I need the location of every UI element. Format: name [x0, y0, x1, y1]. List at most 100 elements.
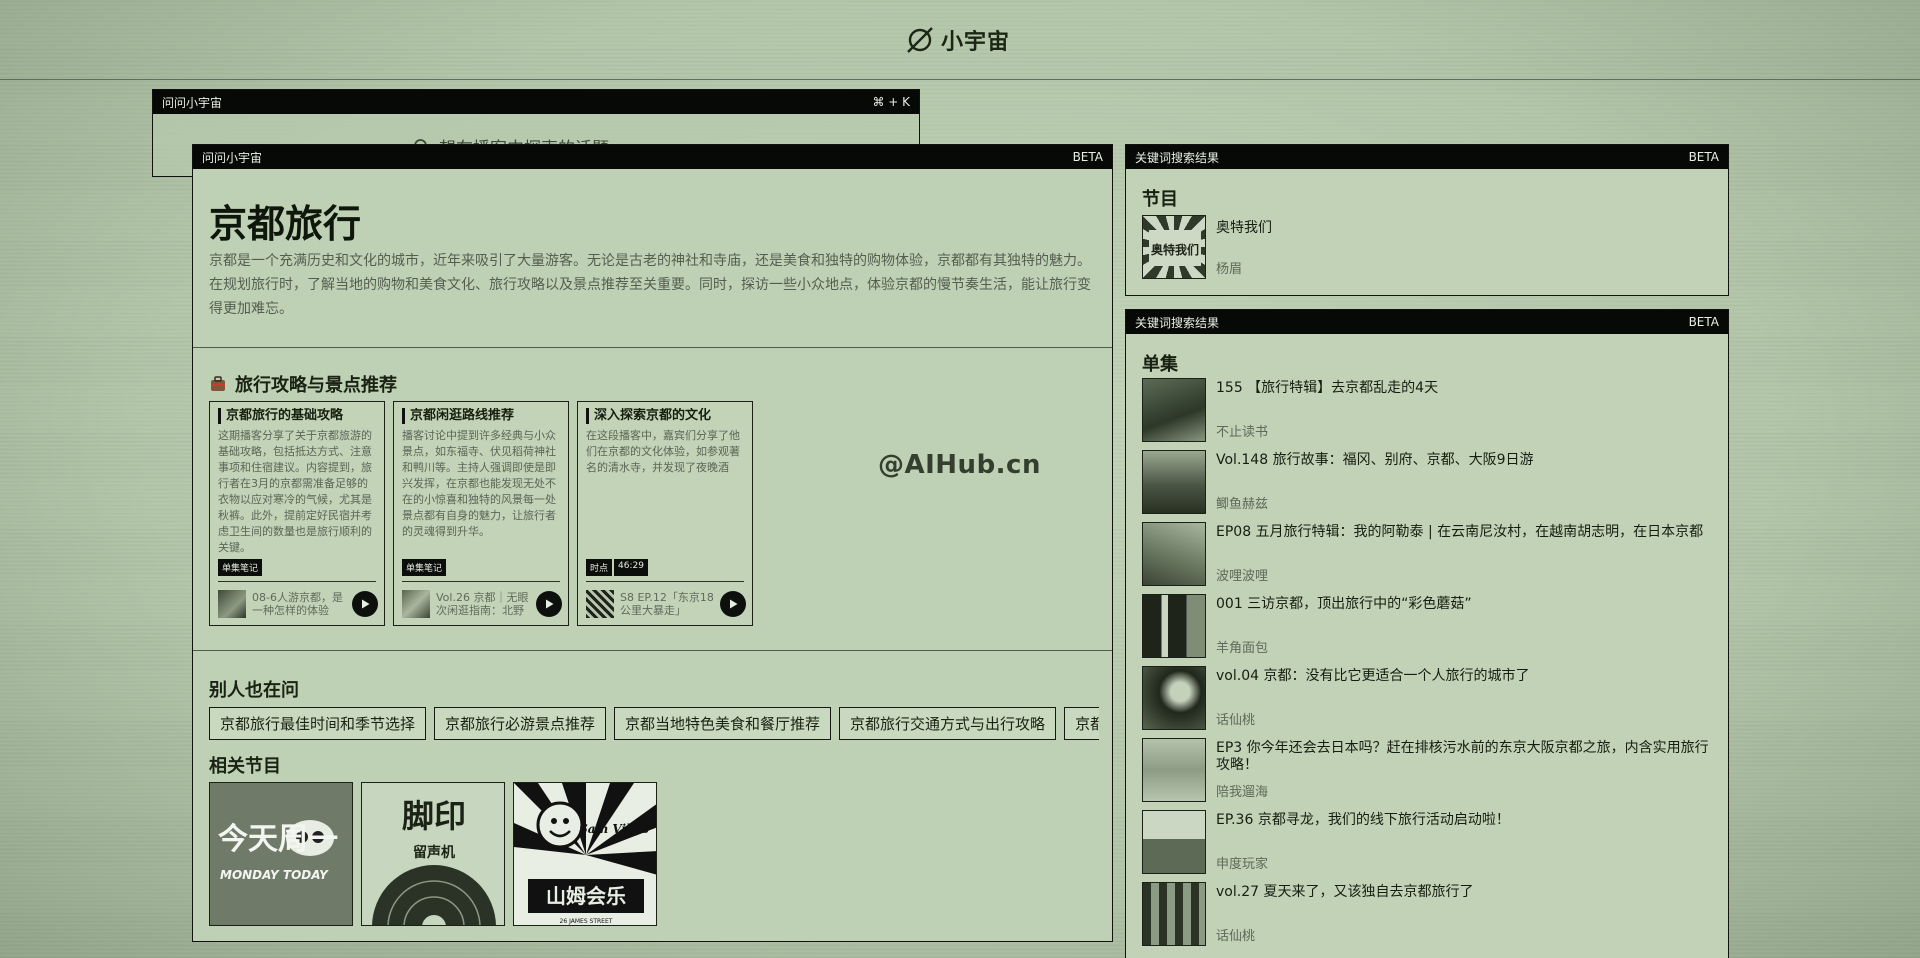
episode-title: S8 EP.12「东京18公里大暴走」	[620, 591, 714, 617]
top-bar: 小宇宙	[0, 0, 1920, 80]
episode-show: 话仙桃	[1216, 713, 1256, 728]
card-episode[interactable]: 08-6人游京都，是一种怎样的体验	[218, 589, 378, 619]
related-show-cover[interactable]: 山姆会乐 Sam Vibes 26 JAMES STREET	[513, 782, 657, 926]
guide-section-label: 旅行攻略与景点推荐	[235, 375, 397, 396]
card-divider	[402, 581, 560, 582]
card-title: 京都闲逛路线推荐	[402, 408, 562, 424]
episode-show: 鲫鱼赫兹	[1216, 497, 1269, 512]
card-divider	[586, 581, 744, 582]
show-cover-art: 脚印 留声机	[372, 797, 496, 925]
play-button[interactable]	[536, 591, 562, 617]
topic-panel-header: 问问小宇宙 BETA	[193, 145, 1112, 169]
page-title: 京都旅行	[209, 202, 362, 246]
topic-panel-title: 问问小宇宙	[202, 150, 263, 165]
episode-cover	[1142, 882, 1206, 946]
episode-thumbnail	[402, 590, 430, 618]
play-button[interactable]	[352, 591, 378, 617]
guide-card[interactable]: 京都旅行的基础攻略 这期播客分享了关于京都旅游的基础攻略，包括抵达方式、注意事项…	[209, 401, 385, 626]
list-item[interactable]: Vol.148 旅行故事：福冈、别府、京都、大阪9日游 鲫鱼赫兹	[1142, 450, 1722, 522]
guide-section-title: 旅行攻略与景点推荐	[209, 371, 397, 397]
list-item[interactable]: 001 三访京都，顶出旅行中的“彩色蘑菇” 羊角面包	[1142, 594, 1722, 666]
list-item[interactable]: vol.27 夏天来了，又该独自去京都旅行了 话仙桃	[1142, 882, 1722, 954]
question-chip[interactable]: 京都旅行必游景点推荐	[434, 707, 607, 740]
episode-title: Vol.148 旅行故事：福冈、别府、京都、大阪9日游	[1216, 452, 1534, 468]
card-title: 京都旅行的基础攻略	[218, 408, 378, 424]
related-show-cover[interactable]: 今天周一 MONDAY TODAY	[209, 782, 353, 926]
episode-cover	[1142, 378, 1206, 442]
question-chip[interactable]: 京都	[1064, 707, 1099, 740]
beta-badge: BETA	[1688, 315, 1719, 329]
topic-panel: 问问小宇宙 BETA 京都旅行 京都是一个充满历史和文化的城市，近年来吸引了大量…	[192, 144, 1113, 942]
beta-badge: BETA	[1072, 150, 1103, 164]
question-chip[interactable]: 京都旅行最佳时间和季节选择	[209, 707, 427, 740]
episodes-section-title: 单集	[1142, 354, 1178, 375]
show-cover-art: 奥特我们	[1149, 230, 1201, 266]
show-author: 杨眉	[1216, 262, 1243, 277]
keyword-episodes-header: 关键词搜索结果 BETA	[1126, 310, 1728, 334]
show-cover: 奥特我们	[1142, 215, 1206, 279]
keyword-shows-title: 关键词搜索结果	[1135, 150, 1220, 165]
episode-thumbnail	[586, 590, 614, 618]
list-item[interactable]: EP.36 京都寻龙，我们的线下旅行活动启动啦！ 申度玩家	[1142, 810, 1722, 882]
ask-panel-header: 问问小宇宙 ⌘ + K	[153, 90, 919, 114]
play-button[interactable]	[720, 591, 746, 617]
episode-title: EP.36 京都寻龙，我们的线下旅行活动启动啦！	[1216, 812, 1510, 828]
shortcut-hint: ⌘ + K	[872, 95, 910, 109]
show-result[interactable]: 奥特我们 奥特我们 杨眉	[1142, 215, 1272, 279]
episode-show: 不止读书	[1216, 425, 1269, 440]
shows-section-title: 节目	[1142, 189, 1178, 210]
keyword-shows-header: 关键词搜索结果 BETA	[1126, 145, 1728, 169]
episode-cover	[1142, 738, 1206, 802]
episode-title: EP08 五月旅行特辑：我的阿勒泰 | 在云南尼汝村，在越南胡志明，在日本京都	[1216, 524, 1704, 540]
episode-cover	[1142, 666, 1206, 730]
watermark: @AIHub.cn	[878, 450, 1041, 480]
keyword-episodes-panel: 关键词搜索结果 BETA 单集 155 【旅行特辑】去京都乱走的4天 不止读书 V…	[1125, 309, 1729, 958]
episode-thumbnail	[218, 590, 246, 618]
list-item[interactable]: EP3 你今年还会去日本吗？赶在排核污水前的东京大阪京都之旅，内含实用旅行攻略！…	[1142, 738, 1722, 810]
episode-title: 08-6人游京都，是一种怎样的体验	[252, 591, 343, 617]
card-title: 深入探索京都的文化	[586, 408, 746, 424]
show-street: 26 JAMES STREET	[560, 918, 613, 925]
keyword-episodes-title: 关键词搜索结果	[1135, 315, 1220, 330]
episode-title: EP3 你今年还会去日本吗？赶在排核污水前的东京大阪京都之旅，内含实用旅行攻略！	[1216, 740, 1709, 773]
episode-show: 波哩波哩	[1216, 569, 1269, 584]
topic-description: 京都是一个充满历史和文化的城市，近年来吸引了大量游客。无论是古老的神社和寺庙，还…	[209, 253, 1091, 317]
episode-show: 陪我遛海	[1216, 785, 1269, 800]
episode-title: 155 【旅行特辑】去京都乱走的4天	[1216, 380, 1439, 396]
question-chip[interactable]: 京都旅行交通方式与出行攻略	[839, 707, 1057, 740]
episode-title: 001 三访京都，顶出旅行中的“彩色蘑菇”	[1216, 596, 1472, 612]
suitcase-icon	[211, 376, 225, 391]
episode-cover	[1142, 810, 1206, 874]
play-icon	[730, 599, 738, 609]
related-show-cover[interactable]: 脚印 留声机	[361, 782, 505, 926]
ask-panel-title: 问问小宇宙	[162, 95, 223, 110]
related-shows-title: 相关节目	[209, 752, 281, 778]
show-name: 山姆会乐	[546, 884, 626, 908]
logo[interactable]: 小宇宙	[905, 24, 1010, 56]
card-episode[interactable]: Vol.26 京都｜无眼次闲逛指南：北野天满宫	[402, 589, 562, 619]
list-item[interactable]: EP08 五月旅行特辑：我的阿勒泰 | 在云南尼汝村，在越南胡志明，在日本京都波…	[1142, 522, 1722, 594]
card-text: 这期播客分享了关于京都旅游的基础攻略，包括抵达方式、注意事项和住宿建议。内容提到…	[218, 429, 372, 554]
logo-text: 小宇宙	[941, 30, 1011, 55]
related-shows-label: 相关节目	[209, 756, 281, 777]
episode-cover	[1142, 522, 1206, 586]
card-tag: 时点	[586, 559, 613, 576]
beta-badge: BETA	[1688, 150, 1719, 164]
list-item[interactable]: 155 【旅行特辑】去京都乱走的4天 不止读书	[1142, 378, 1722, 450]
guide-card[interactable]: 京都闲逛路线推荐 播客讨论中提到许多经典与小众景点，如东福寺、伏见稻荷神社和鸭川…	[393, 401, 569, 626]
list-item[interactable]: vol.04 京都：没有比它更适合一个人旅行的城市了 话仙桃	[1142, 666, 1722, 738]
episode-title: vol.04 京都：没有比它更适合一个人旅行的城市了	[1216, 668, 1530, 684]
show-name: 今天周一	[218, 822, 338, 857]
card-text: 播客讨论中提到许多经典与小众景点，如东福寺、伏见稻荷神社和鸭川等。主持人强调即使…	[402, 429, 556, 538]
related-shows: 今天周一 MONDAY TODAY 脚印 留声机 山姆会乐 Sam Vibes …	[209, 782, 657, 926]
question-chip[interactable]: 京都当地特色美食和餐厅推荐	[614, 707, 832, 740]
divider	[193, 347, 1112, 348]
card-episode[interactable]: S8 EP.12「东京18公里大暴走」	[586, 589, 746, 619]
guide-card[interactable]: 深入探索京都的文化 在这段播客中，嘉宾们分享了他们在京都的文化体验，如参观著名的…	[577, 401, 753, 626]
divider	[193, 650, 1112, 651]
show-subtitle: 留声机	[413, 844, 455, 861]
show-subtitle: Sam Vibes	[579, 822, 649, 836]
episode-show: 话仙桃	[1216, 929, 1256, 944]
show-subtitle: MONDAY TODAY	[220, 868, 329, 882]
episode-cover	[1142, 450, 1206, 514]
